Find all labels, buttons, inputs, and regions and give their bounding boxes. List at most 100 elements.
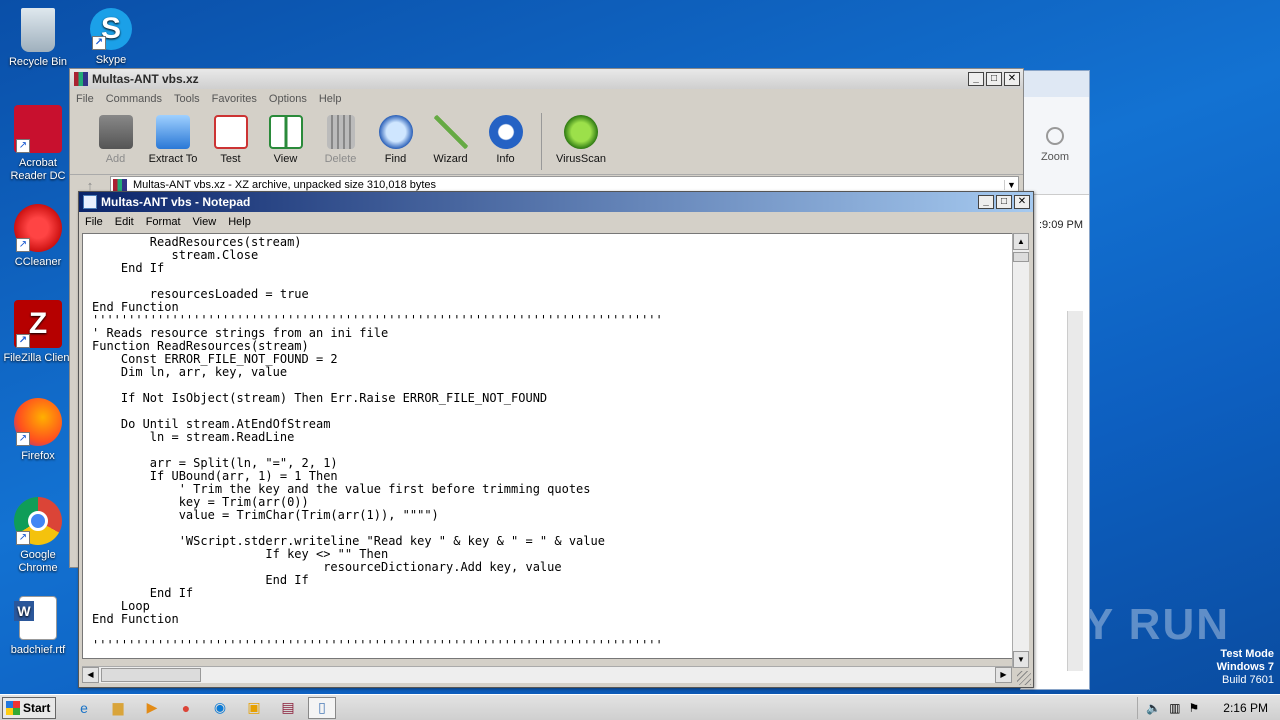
find-icon [378,115,413,149]
notepad-text-area[interactable]: ReadResources(stream) stream.Close End I… [82,233,1020,659]
desktop-icon-acrobat[interactable]: ↗ Acrobat Reader DC [0,105,76,183]
view-icon [268,115,303,149]
test-icon [213,115,248,149]
taskbar: Start e ▆ ▶ ● ◉ ▣ ▤ ▯ 🔈 ▥ ⚑ 2:16 PM [0,694,1280,720]
outlook-icon[interactable]: ▣ [240,697,268,719]
desktop-icon-label: badchief.rtf [10,644,66,656]
recycle-bin-icon [21,8,55,52]
scroll-thumb[interactable] [1013,252,1029,262]
menu-options[interactable]: Options [269,93,307,105]
word-document-icon: W [14,596,57,640]
menu-file[interactable]: File [76,93,94,105]
menu-format[interactable]: Format [146,216,181,228]
ccleaner-icon: ↗ [14,204,62,252]
desktop-icon-label: Skype [95,54,127,66]
maximize-button[interactable]: □ [986,72,1002,86]
windows-logo-icon [6,700,20,715]
menu-favorites[interactable]: Favorites [212,93,257,105]
menu-tools[interactable]: Tools [174,93,200,105]
desktop-icon-chrome[interactable]: ↗ Google Chrome [0,497,76,575]
menu-help[interactable]: Help [228,216,251,228]
scroll-thumb[interactable] [101,668,201,682]
desktop-icon-label: CCleaner [14,256,62,268]
volume-icon[interactable]: 🔈 [1146,701,1161,715]
notepad-window[interactable]: Multas-ANT vbs - Notepad _ □ ✕ File Edit… [78,191,1034,688]
find-button[interactable]: Find [368,109,423,174]
menu-view[interactable]: View [193,216,217,228]
system-tray: 🔈 ▥ ⚑ 2:16 PM [1137,696,1280,719]
zoom-button[interactable]: Zoom [1021,151,1089,163]
notepad-icon[interactable]: ▯ [308,696,336,719]
shortcut-arrow-icon: ↗ [16,139,30,153]
desktop-icon-skype[interactable]: S ↗ Skype [73,8,149,67]
desktop-icon-ccleaner[interactable]: ↗ CCleaner [0,204,76,269]
notepad-titlebar[interactable]: Multas-ANT vbs - Notepad _ □ ✕ [79,192,1033,212]
winrar-title: Multas-ANT vbs.xz [92,72,199,86]
background-window-scrollbar[interactable] [1067,311,1083,671]
desktop-icon-recycle-bin[interactable]: Recycle Bin [0,8,76,69]
winrar-app-icon [74,72,88,86]
scroll-left-icon[interactable]: ◀ [82,667,99,683]
desktop-icon-label: FileZilla Client [3,352,73,364]
info-button[interactable]: Info [478,109,533,174]
test-mode-label: Test Mode Windows 7 Build 7601 [1216,648,1274,686]
desktop-icon-label: Acrobat Reader DC [10,157,66,182]
vertical-scrollbar[interactable]: ▲ ▼ [1012,233,1029,668]
background-window-titlebar[interactable] [1021,71,1089,97]
folder-icon[interactable]: ▆ [104,697,132,719]
edge-icon[interactable]: ◉ [206,697,234,719]
desktop-icon-firefox[interactable]: ↗ Firefox [0,398,76,463]
shortcut-arrow-icon: ↗ [92,36,106,50]
delete-icon [326,115,355,149]
notepad-content[interactable]: ReadResources(stream) stream.Close End I… [83,234,1019,652]
winrar-titlebar[interactable]: Multas-ANT vbs.xz _ □ ✕ [70,69,1023,89]
zoom-icon [1046,127,1064,145]
shortcut-arrow-icon: ↗ [16,432,30,446]
desktop-icon-filezilla[interactable]: Z ↗ FileZilla Client [0,300,76,365]
extract-icon [156,115,190,149]
test-button[interactable]: Test [203,109,258,174]
close-button[interactable]: ✕ [1004,72,1020,86]
menu-file[interactable]: File [85,216,103,228]
minimize-button[interactable]: _ [978,195,994,209]
clock[interactable]: 2:16 PM [1223,701,1268,715]
desktop-icon-label: Google Chrome [18,549,58,574]
shortcut-arrow-icon: ↗ [16,238,30,252]
winrar-icon[interactable]: ▤ [274,697,302,719]
minimize-button[interactable]: _ [968,72,984,86]
maximize-button[interactable]: □ [996,195,1012,209]
start-button[interactable]: Start [2,696,56,719]
archive-path-text: Multas-ANT vbs.xz - XZ archive, unpacked… [133,179,437,191]
scroll-down-icon[interactable]: ▼ [1013,651,1029,668]
menu-edit[interactable]: Edit [115,216,134,228]
winrar-menubar: File Commands Tools Favorites Options He… [70,89,1023,109]
scroll-right-icon[interactable]: ▶ [995,667,1012,683]
shortcut-arrow-icon: ↗ [16,531,30,545]
resize-grip[interactable] [1017,671,1031,685]
view-button[interactable]: View [258,109,313,174]
add-button[interactable]: Add [88,109,143,174]
info-icon [488,115,523,149]
add-icon [98,115,133,149]
chrome-icon[interactable]: ● [172,697,200,719]
media-player-icon[interactable]: ▶ [138,697,166,719]
extract-to-button[interactable]: Extract To [143,109,203,174]
network-icon[interactable]: ▥ [1169,701,1180,715]
delete-button[interactable]: Delete [313,109,368,174]
wizard-icon [433,115,468,149]
background-window-ribbon: Zoom [1021,97,1089,195]
close-button[interactable]: ✕ [1014,195,1030,209]
internet-explorer-icon[interactable]: e [70,697,98,719]
wizard-button[interactable]: Wizard [423,109,478,174]
menu-commands[interactable]: Commands [106,93,162,105]
horizontal-scrollbar[interactable]: ◀ ▶ [82,666,1012,683]
scroll-up-icon[interactable]: ▲ [1013,233,1029,250]
chevron-down-icon[interactable]: ▼ [1004,180,1018,190]
virusscan-icon [564,115,598,149]
menu-help[interactable]: Help [319,93,342,105]
virusscan-button[interactable]: VirusScan [550,109,612,174]
action-center-flag-icon[interactable]: ⚑ [1189,701,1200,715]
firefox-icon: ↗ [14,398,62,446]
toolbar-separator [541,113,542,170]
desktop-icon-badchief-rtf[interactable]: W badchief.rtf [0,596,76,657]
